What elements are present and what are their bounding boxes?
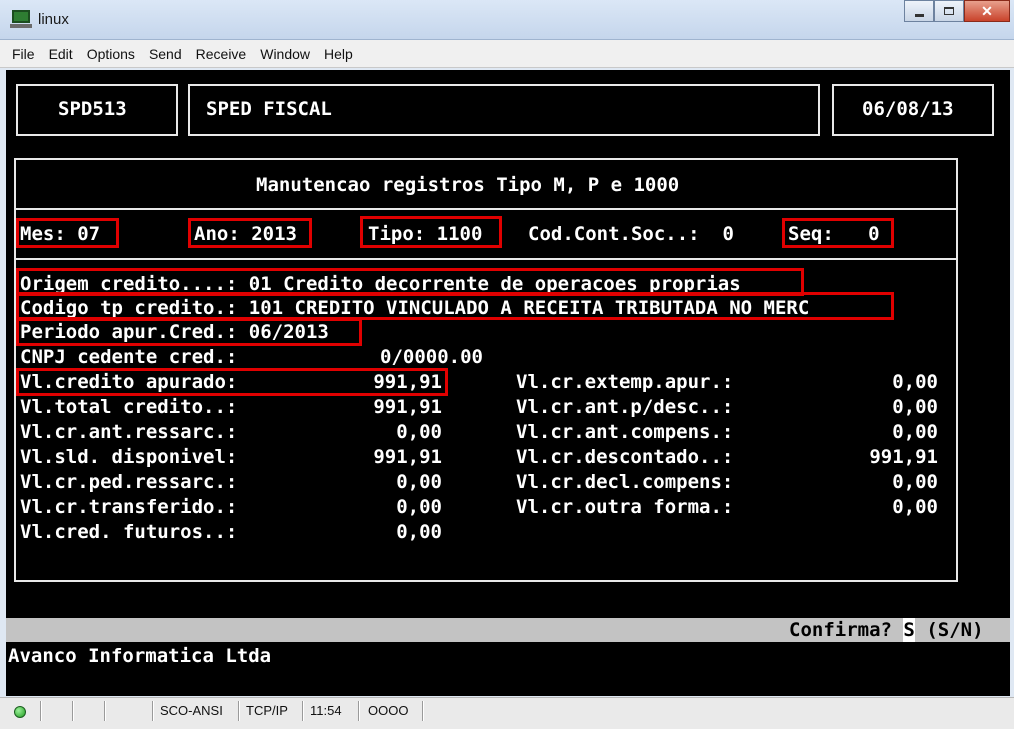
status-divider [104, 701, 106, 721]
left-value-4[interactable]: 991,91 [373, 445, 442, 469]
left-label-4: Vl.sld. disponivel: [20, 446, 238, 468]
year-highlight [188, 218, 312, 248]
right-value-4[interactable]: 991,91 [869, 445, 938, 469]
month-highlight [16, 218, 119, 248]
left-value-2[interactable]: 991,91 [373, 395, 442, 419]
menu-window[interactable]: Window [260, 46, 310, 62]
terminal-monitor-icon [10, 9, 32, 29]
status-protocol: TCP/IP [246, 703, 288, 718]
cod-cont-soc-field[interactable]: Cod.Cont.Soc..: 0 [528, 222, 734, 246]
left-label-2: Vl.total credito..: [20, 396, 238, 418]
left-label-6: Vl.cr.transferido.: [20, 496, 238, 518]
close-button[interactable]: ✕ [964, 0, 1010, 22]
right-label-2: Vl.cr.ant.p/desc..: [516, 396, 734, 418]
confirm-prompt-line: Confirma? S (S/N) [789, 618, 984, 642]
left-label-7: Vl.cred. futuros..: [20, 521, 238, 543]
right-label-4: Vl.cr.descontado..: [516, 446, 734, 468]
menu-file[interactable]: File [12, 46, 35, 62]
confirm-input[interactable]: S [903, 618, 915, 642]
maximize-icon [944, 7, 954, 15]
right-value-1[interactable]: 0,00 [892, 370, 938, 394]
confirm-options: (S/N) [926, 619, 984, 641]
right-label-1: Vl.cr.extemp.apur.: [516, 371, 734, 393]
terminal-screen[interactable]: SPD513 SPED FISCAL 06/08/13 Manutencao r… [6, 70, 1010, 696]
confirm-prompt: Confirma? [789, 619, 892, 641]
status-divider [40, 701, 42, 721]
window-titlebar[interactable]: linux ✕ [0, 0, 1014, 40]
left-value-3[interactable]: 0,00 [396, 420, 442, 444]
connection-status-icon [14, 706, 26, 718]
right-value-6[interactable]: 0,00 [892, 495, 938, 519]
menu-help[interactable]: Help [324, 46, 353, 62]
module-name: SPED FISCAL [206, 98, 332, 120]
type-highlight [360, 216, 502, 248]
status-bar: SCO-ANSI TCP/IP 11:54 OOOO [0, 697, 1014, 729]
period-highlight [16, 318, 362, 346]
status-indicator: OOOO [368, 703, 409, 718]
status-divider [238, 701, 240, 721]
status-divider [422, 701, 424, 721]
company-name: Avanco Informatica Ltda [8, 645, 272, 667]
menu-receive[interactable]: Receive [196, 46, 247, 62]
right-label-3: Vl.cr.ant.compens.: [516, 421, 734, 443]
screen-title: Manutencao registros Tipo M, P e 1000 [256, 174, 680, 196]
window-controls: ✕ [904, 0, 1010, 22]
maximize-button[interactable] [934, 0, 964, 22]
menu-send[interactable]: Send [149, 46, 182, 62]
close-icon: ✕ [981, 2, 993, 19]
status-divider [302, 701, 304, 721]
status-encoding: SCO-ANSI [160, 703, 223, 718]
left-label-3: Vl.cr.ant.ressarc.: [20, 421, 238, 443]
minimize-icon [914, 13, 924, 17]
status-divider [358, 701, 360, 721]
minimize-button[interactable] [904, 0, 934, 22]
right-label-6: Vl.cr.outra forma.: [516, 496, 734, 518]
right-value-5[interactable]: 0,00 [892, 470, 938, 494]
program-code: SPD513 [58, 98, 127, 120]
cnpj-value[interactable]: 0/0000.00 [380, 345, 483, 369]
left-value-5[interactable]: 0,00 [396, 470, 442, 494]
status-divider [152, 701, 154, 721]
sequence-highlight [782, 218, 894, 248]
right-value-3[interactable]: 0,00 [892, 420, 938, 444]
status-time: 11:54 [310, 703, 342, 718]
credit-apurado-highlight [16, 368, 448, 396]
window-title: linux [38, 11, 69, 28]
confirm-bar: Confirma? S (S/N) [6, 618, 1010, 642]
left-value-7[interactable]: 0,00 [396, 520, 442, 544]
status-divider [72, 701, 74, 721]
title-divider [14, 208, 958, 210]
cnpj-label: CNPJ cedente cred.: [20, 346, 238, 368]
credit-type-highlight [16, 292, 894, 320]
menu-bar: File Edit Options Send Receive Window He… [0, 40, 1014, 68]
right-value-2[interactable]: 0,00 [892, 395, 938, 419]
header-date: 06/08/13 [862, 98, 954, 120]
menu-edit[interactable]: Edit [49, 46, 73, 62]
right-label-5: Vl.cr.decl.compens: [516, 471, 734, 493]
menu-options[interactable]: Options [87, 46, 135, 62]
left-value-6[interactable]: 0,00 [396, 495, 442, 519]
keys-divider [14, 258, 958, 260]
left-label-5: Vl.cr.ped.ressarc.: [20, 471, 238, 493]
